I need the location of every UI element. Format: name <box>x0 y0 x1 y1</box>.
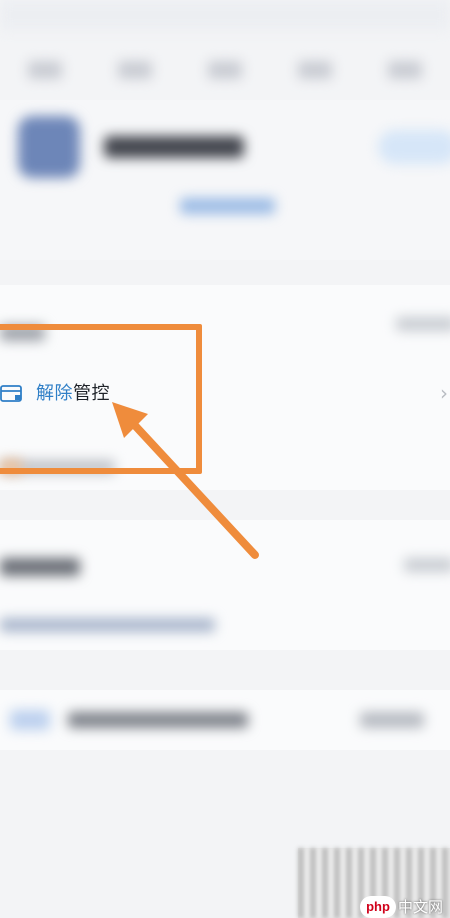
top-tab-row <box>0 40 450 100</box>
watermark: php 中文网 <box>360 896 450 918</box>
tab-placeholder[interactable] <box>208 61 242 79</box>
shield-icon <box>18 116 80 178</box>
watermark-badge: php <box>360 896 396 918</box>
row-action[interactable] <box>360 712 424 728</box>
secondary-section <box>0 520 450 650</box>
section-description <box>0 618 215 632</box>
highlight-box <box>0 324 202 474</box>
tab-placeholder[interactable] <box>28 61 62 79</box>
profile-action-button[interactable] <box>378 130 450 164</box>
tab-placeholder[interactable] <box>118 61 152 79</box>
profile-header <box>0 100 450 260</box>
tab-placeholder[interactable] <box>388 61 422 79</box>
status-bar <box>0 0 450 30</box>
chevron-right-icon: › <box>440 381 448 405</box>
section-title <box>0 558 80 576</box>
row-icon <box>10 710 50 730</box>
watermark-text: 中文网 <box>398 898 444 916</box>
profile-link[interactable] <box>180 198 275 214</box>
section-more-link[interactable] <box>404 558 450 572</box>
bottom-row[interactable] <box>0 690 450 750</box>
section-more-link[interactable] <box>396 317 450 331</box>
row-label <box>68 712 248 728</box>
tab-placeholder[interactable] <box>298 61 332 79</box>
profile-name <box>104 136 244 158</box>
